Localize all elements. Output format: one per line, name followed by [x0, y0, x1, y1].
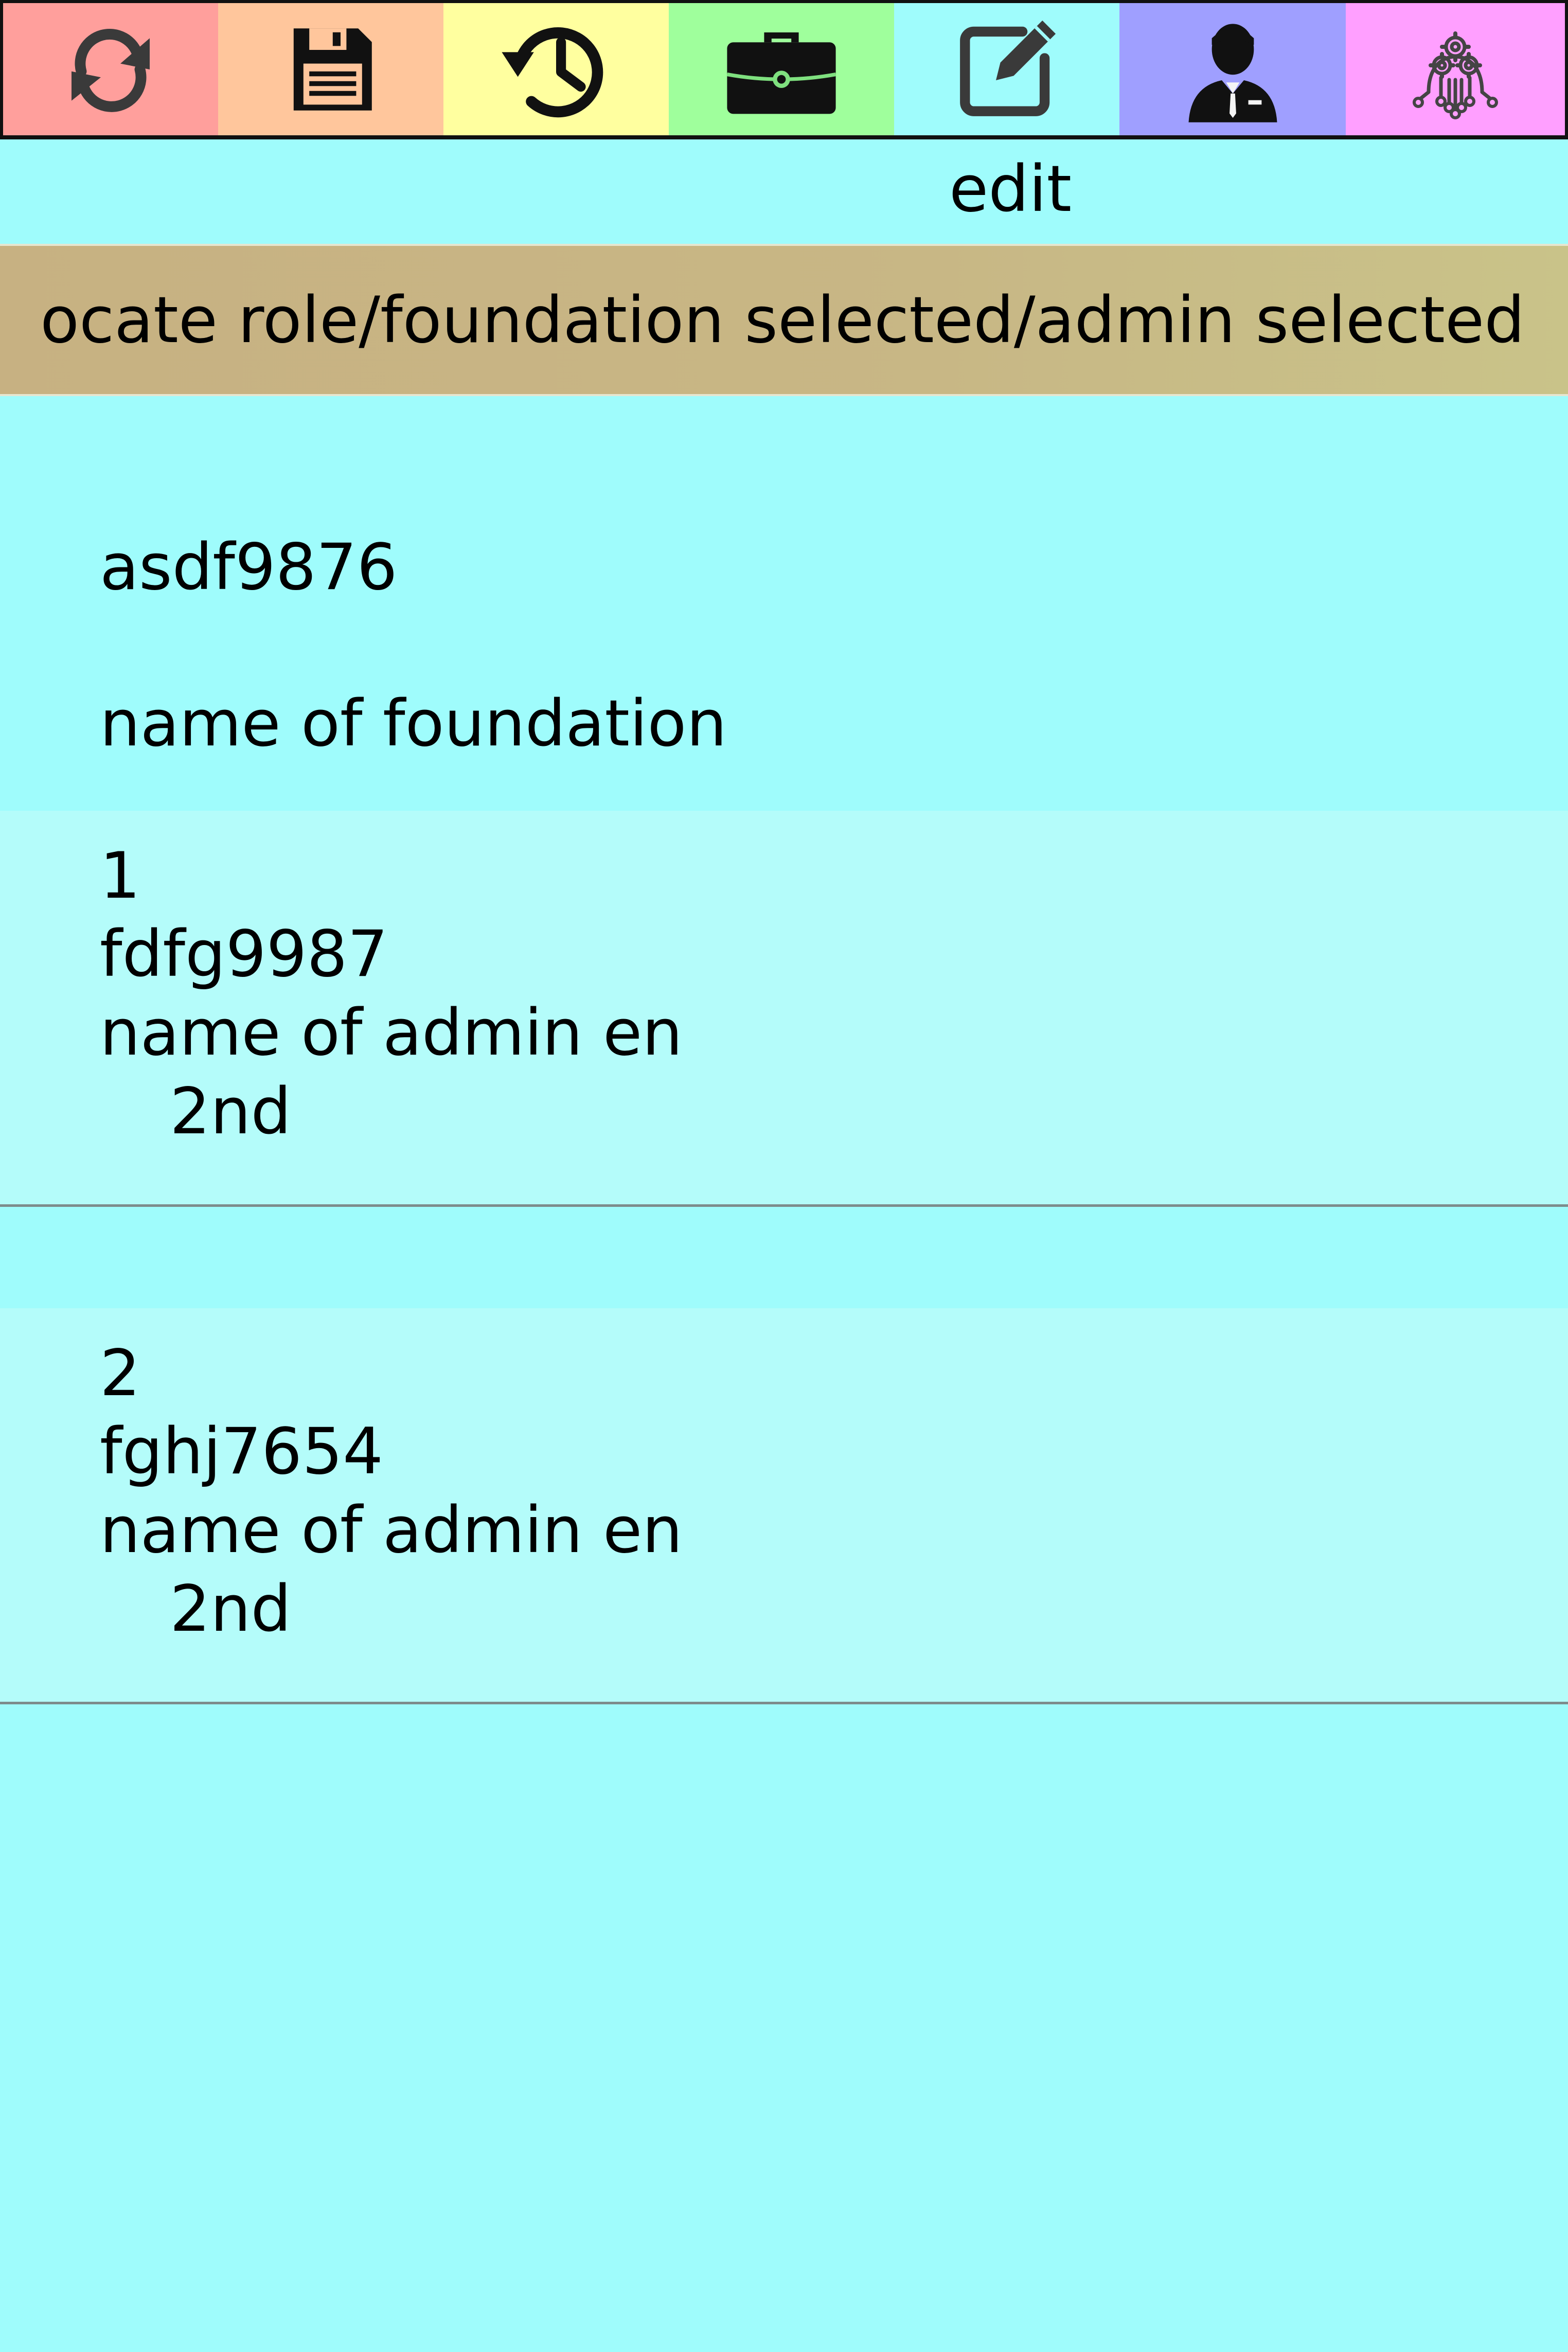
- save-icon: [293, 28, 372, 111]
- admin-name: name of admin en: [100, 1493, 683, 1567]
- page-title: edit: [949, 152, 1072, 226]
- admin-code: fghj7654: [100, 1415, 383, 1489]
- admin-name-continued: 2nd: [170, 1075, 292, 1149]
- edit-button[interactable]: [894, 3, 1119, 135]
- admin-list-item[interactable]: 1 fdfg9987 name of admin en 2nd: [0, 811, 1568, 1207]
- admin-index: 1: [100, 839, 140, 913]
- network-settings-button[interactable]: [1346, 3, 1565, 135]
- admin-name: name of admin en: [100, 996, 683, 1070]
- admin-user-icon: [1188, 24, 1277, 122]
- foundation-header: asdf9876 name of foundation: [0, 396, 1568, 811]
- breadcrumb: ocate role/foundation selected/admin sel…: [0, 244, 1568, 396]
- edit-icon: [959, 20, 1056, 116]
- history-icon: [502, 27, 603, 117]
- briefcase-icon: [726, 32, 836, 114]
- briefcase-button[interactable]: [669, 3, 894, 135]
- admin-name-continued: 2nd: [170, 1572, 292, 1646]
- save-button[interactable]: [218, 3, 443, 135]
- refresh-button[interactable]: [3, 3, 218, 135]
- admin-list-item[interactable]: 2 fghj7654 name of admin en 2nd: [0, 1308, 1568, 1704]
- foundation-code: asdf9876: [100, 530, 398, 604]
- network-settings-icon: [1413, 31, 1498, 119]
- refresh-icon: [72, 28, 150, 112]
- breadcrumb-text: ocate role/foundation selected/admin sel…: [40, 283, 1525, 358]
- admin-index: 2: [100, 1337, 140, 1411]
- list-spacer: [0, 1207, 1568, 1308]
- admin-user-button[interactable]: [1119, 3, 1346, 135]
- foundation-name: name of foundation: [100, 687, 727, 761]
- toolbar: [0, 0, 1568, 139]
- admin-code: fdfg9987: [100, 917, 388, 991]
- history-button[interactable]: [443, 3, 669, 135]
- title-bar: edit: [0, 139, 1568, 244]
